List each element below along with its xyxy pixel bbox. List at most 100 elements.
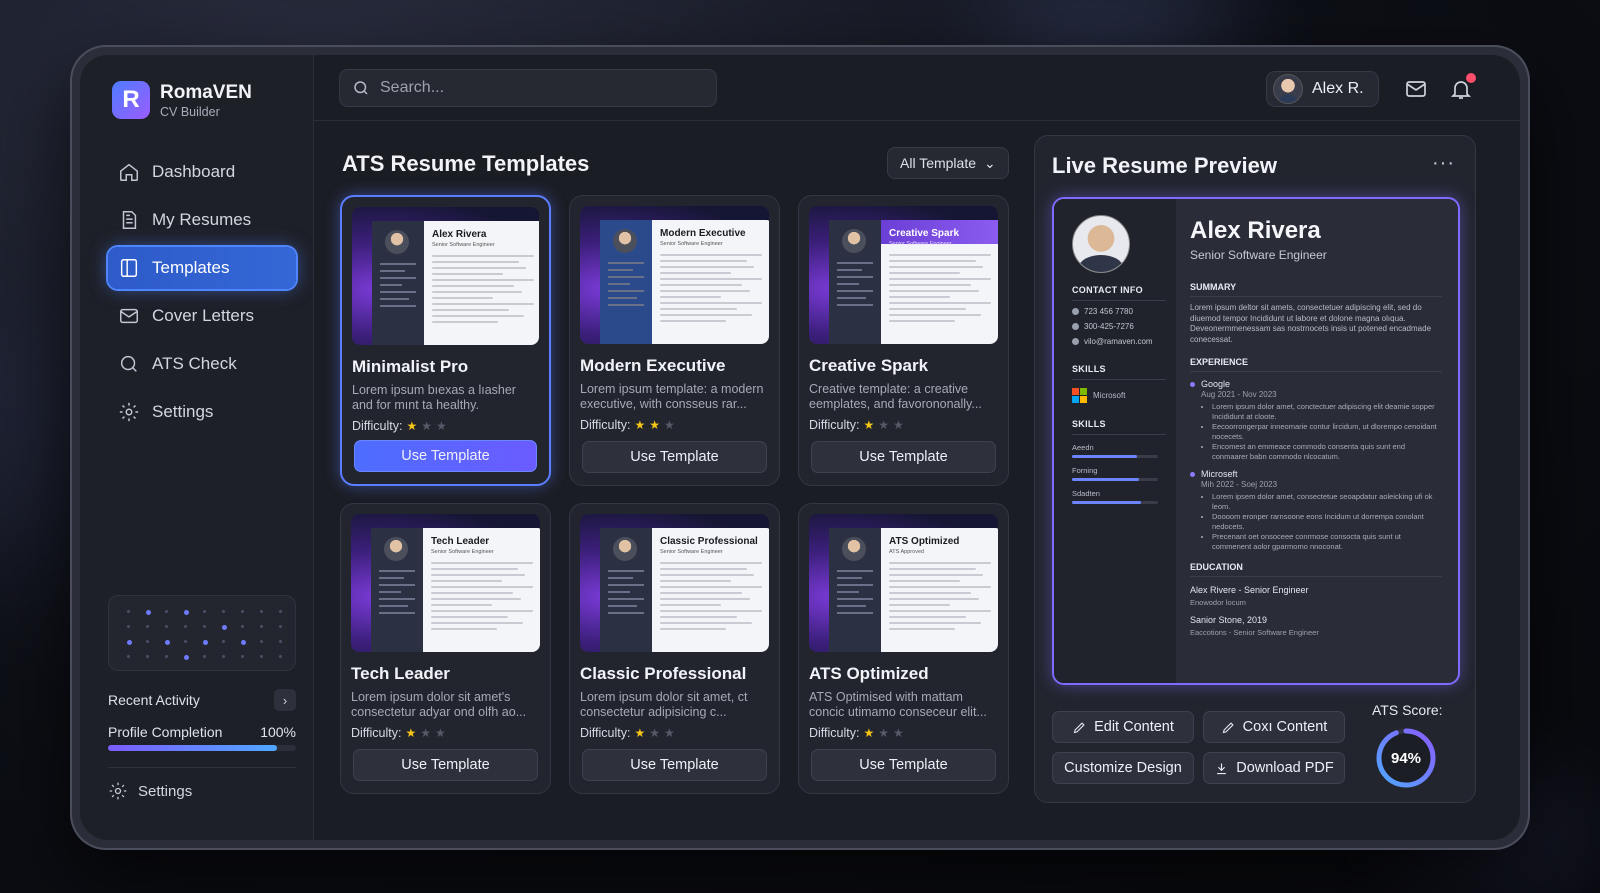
mail-icon (120, 308, 138, 324)
star-icon: ★ (893, 418, 904, 432)
search-input[interactable] (380, 79, 680, 97)
template-title: Tech Leader (351, 664, 450, 683)
sidebar-item-templates[interactable]: Templates (108, 247, 296, 289)
globe-icon (1072, 323, 1079, 330)
template-card[interactable]: Classic Professional Senior Software Eng… (569, 503, 780, 794)
template-card[interactable]: Modern Executive Senior Software Enginee… (569, 195, 780, 486)
chevron-right-icon[interactable]: › (274, 689, 296, 711)
search-icon (120, 355, 137, 372)
download-icon (1217, 763, 1227, 774)
search-box[interactable] (339, 69, 717, 107)
thumbnail-photo (842, 537, 866, 561)
thumbnail-name: Alex Rivera (432, 229, 487, 240)
thumbnail-photo (613, 537, 637, 561)
contact-email: vilo@ramaven.com (1072, 337, 1166, 346)
sidebar-item-dashboard[interactable]: Dashboard (108, 151, 296, 193)
template-thumbnail[interactable]: Tech Leader Senior Software Engineer (351, 514, 540, 652)
template-card[interactable]: ATS Optimized ATS Approved ATS Optimized… (798, 503, 1009, 794)
template-filter-dropdown[interactable]: All Template ⌄ (887, 147, 1009, 179)
recent-activity-row[interactable]: Recent Activity › (108, 689, 296, 711)
skills-company: Microsoft (1072, 388, 1166, 403)
template-thumbnail[interactable]: Alex Rivera Senior Software Engineer (352, 207, 539, 345)
user-menu[interactable]: Alex R. (1266, 71, 1379, 107)
sidebar-item-cover-letters[interactable]: Cover Letters (108, 295, 296, 337)
use-template-button[interactable]: Use Template (582, 441, 767, 473)
template-title: Modern Executive (580, 356, 726, 375)
resume-photo (1072, 215, 1130, 273)
template-thumbnail[interactable]: Modern Executive Senior Software Enginee… (580, 206, 769, 344)
sidebar-item-label: Dashboard (152, 162, 236, 181)
use-template-button[interactable]: Use Template (811, 749, 996, 781)
notifications-button[interactable] (1449, 73, 1476, 101)
use-template-button[interactable]: Use Template (353, 749, 538, 781)
star-icon: ★ (863, 726, 875, 740)
sidebar-item-label: ATS Check (152, 354, 237, 373)
use-template-button[interactable]: Use Template (582, 749, 767, 781)
thumbnail-name: Creative Spark (889, 228, 960, 239)
skill-bar (1072, 455, 1158, 458)
experience-bullet: Lorem ipsum dolor amet, conctectuer adip… (1212, 402, 1442, 422)
edit-content-button[interactable]: Edit Content (1052, 711, 1194, 743)
skill-name: Aeedn (1072, 443, 1094, 452)
template-icon (120, 259, 138, 277)
star-icon: ★ (405, 726, 417, 740)
more-options-icon[interactable]: ··· (1432, 152, 1455, 175)
template-card[interactable]: Tech Leader Senior Software Engineer Tec… (340, 503, 551, 794)
job-bullets: Lorem ipsum dolor amet, conctectuer adip… (1212, 402, 1442, 462)
star-icon: ★ (436, 419, 447, 433)
thumbnail-document: Modern Executive Senior Software Enginee… (600, 220, 769, 344)
skill-item: Forning (1072, 466, 1166, 481)
difficulty-label: Difficulty: (580, 726, 631, 740)
template-card[interactable]: Creative Spark Senior Software Engineer … (798, 195, 1009, 486)
experience-list: Google Aug 2021 - Nov 2023 Lorem ipsum d… (1190, 379, 1442, 552)
template-thumbnail[interactable]: ATS Optimized ATS Approved (809, 514, 998, 652)
thumbnail-document: ATS Optimized ATS Approved (829, 528, 998, 652)
user-name: Alex R. (1312, 80, 1364, 97)
skill-bar (1072, 478, 1158, 481)
thumbnail-photo (384, 537, 408, 561)
thumbnail-document: Tech Leader Senior Software Engineer (371, 528, 540, 652)
sidebar-settings-link[interactable]: Settings (108, 781, 192, 801)
education-title: Sanior Stone, 2019 (1190, 615, 1268, 625)
template-description: Creative template: a creative eemplates,… (809, 382, 982, 411)
difficulty-rating: Difficulty: ★ ★ ★ (580, 418, 769, 432)
template-thumbnail[interactable]: Classic Professional Senior Software Eng… (580, 514, 769, 652)
contact-heading: CONTACT INFO (1072, 285, 1166, 301)
skill-bar (1072, 501, 1158, 504)
ats-score-gauge: 94% (1374, 726, 1438, 790)
template-title: Creative Spark (809, 356, 929, 375)
main-content: Alex R. ATS Resume Templates All Templat… (314, 55, 1520, 840)
difficulty-rating: Difficulty: ★ ★ ★ (809, 418, 998, 432)
profile-completion-label: Profile Completion (108, 724, 223, 740)
template-card[interactable]: Alex Rivera Senior Software Engineer Min… (340, 195, 551, 486)
customize-design-button[interactable]: Customize Design (1052, 752, 1194, 784)
copy-content-button[interactable]: Coxı Content (1203, 711, 1345, 743)
sidebar-divider (108, 767, 296, 768)
dot-pattern-decoration (108, 595, 296, 671)
download-pdf-button[interactable]: Download PDF (1203, 752, 1345, 784)
skill-bar-fill (1072, 455, 1137, 458)
use-template-button[interactable]: Use Template (811, 441, 996, 473)
sidebar-item-my-resumes[interactable]: My Resumes (108, 199, 296, 241)
device-frame: R RomaVEN CV Builder Dashboard My Resume… (70, 45, 1530, 850)
sidebar-item-ats-check[interactable]: ATS Check (108, 343, 296, 385)
experience-bullet: Eecoorrongerpar inneomarie contur lircid… (1212, 422, 1442, 442)
sidebar-item-settings[interactable]: Settings (108, 391, 296, 433)
brand[interactable]: R RomaVEN CV Builder (112, 81, 252, 119)
skill-name: Forning (1072, 466, 1098, 475)
use-template-button[interactable]: Use Template (354, 440, 537, 472)
difficulty-rating: Difficulty: ★ ★ ★ (580, 726, 769, 740)
messages-button[interactable] (1404, 77, 1428, 101)
profile-completion-row: Profile Completion 100% (108, 724, 296, 740)
skill-item: Aeedn (1072, 443, 1166, 458)
skills-list: Aeedn Forning Sdadten (1072, 443, 1166, 504)
skill-bar-fill (1072, 478, 1140, 481)
education-sub: Enowodor locum (1190, 598, 1246, 607)
template-thumbnail[interactable]: Creative Spark Senior Software Engineer (809, 206, 998, 344)
mail-icon (1406, 81, 1426, 97)
star-icon: ★ (421, 419, 433, 433)
difficulty-label: Difficulty: (580, 418, 631, 432)
gear-icon (119, 402, 139, 422)
star-icon: ★ (649, 726, 661, 740)
resume-preview: CONTACT INFO 723 456 7780 300-425-7276 v… (1052, 197, 1460, 685)
